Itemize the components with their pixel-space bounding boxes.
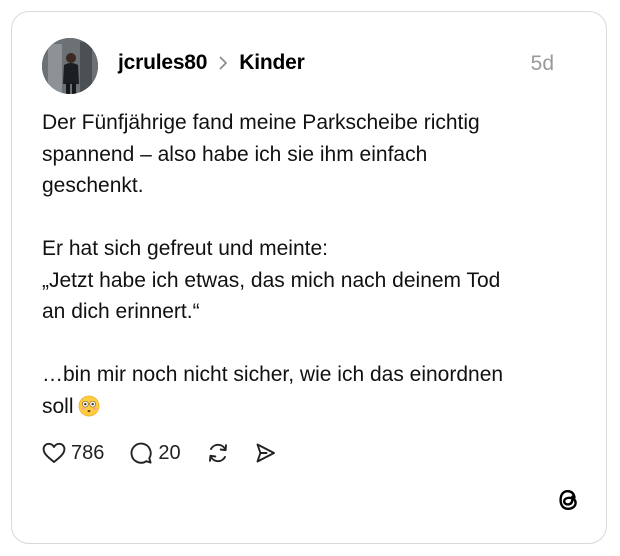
- username[interactable]: jcrules80: [118, 51, 207, 75]
- reply-button[interactable]: 20: [129, 441, 181, 465]
- comment-icon: [130, 442, 153, 464]
- flushed-face-emoji: [78, 395, 99, 416]
- post-line: geschenkt.: [42, 174, 144, 197]
- share-button[interactable]: [253, 441, 277, 465]
- chevron-right-icon: [219, 56, 228, 70]
- repost-button[interactable]: [206, 441, 230, 465]
- like-count: 786: [71, 441, 105, 464]
- repost-icon: [208, 443, 227, 463]
- post-line: an dich erinnert.“: [42, 300, 200, 323]
- post-line: soll: [42, 391, 582, 423]
- avatar-photo: [42, 38, 98, 94]
- post-actions: 786 20: [42, 441, 277, 465]
- like-button[interactable]: 786: [42, 442, 104, 465]
- reply-count: 20: [158, 441, 181, 464]
- post-line: …bin mir noch nicht sicher, wie ich das …: [42, 363, 504, 386]
- post-header: jcrules80 Kinder: [118, 51, 305, 75]
- post-body: Der Fünfjährige fand meine Parkscheibe r…: [42, 107, 582, 422]
- post-card: jcrules80 Kinder 5d Der Fünfjährige fand…: [11, 11, 607, 544]
- post-line: „Jetzt habe ich etwas, das mich nach dei…: [42, 268, 501, 292]
- post-line: spannend – also habe ich sie ihm einfach: [42, 142, 428, 166]
- post-line: Er hat sich gefreut und meinte:: [42, 237, 328, 260]
- heart-icon: [42, 442, 66, 463]
- community-name[interactable]: Kinder: [239, 51, 305, 75]
- share-icon: [256, 443, 275, 463]
- avatar[interactable]: [42, 38, 98, 94]
- post-line-text: soll: [42, 394, 74, 418]
- post-timestamp: 5d: [530, 52, 554, 75]
- threads-logo-icon: [555, 486, 581, 519]
- post-line: Der Fünfjährige fand meine Parkscheibe r…: [42, 111, 480, 134]
